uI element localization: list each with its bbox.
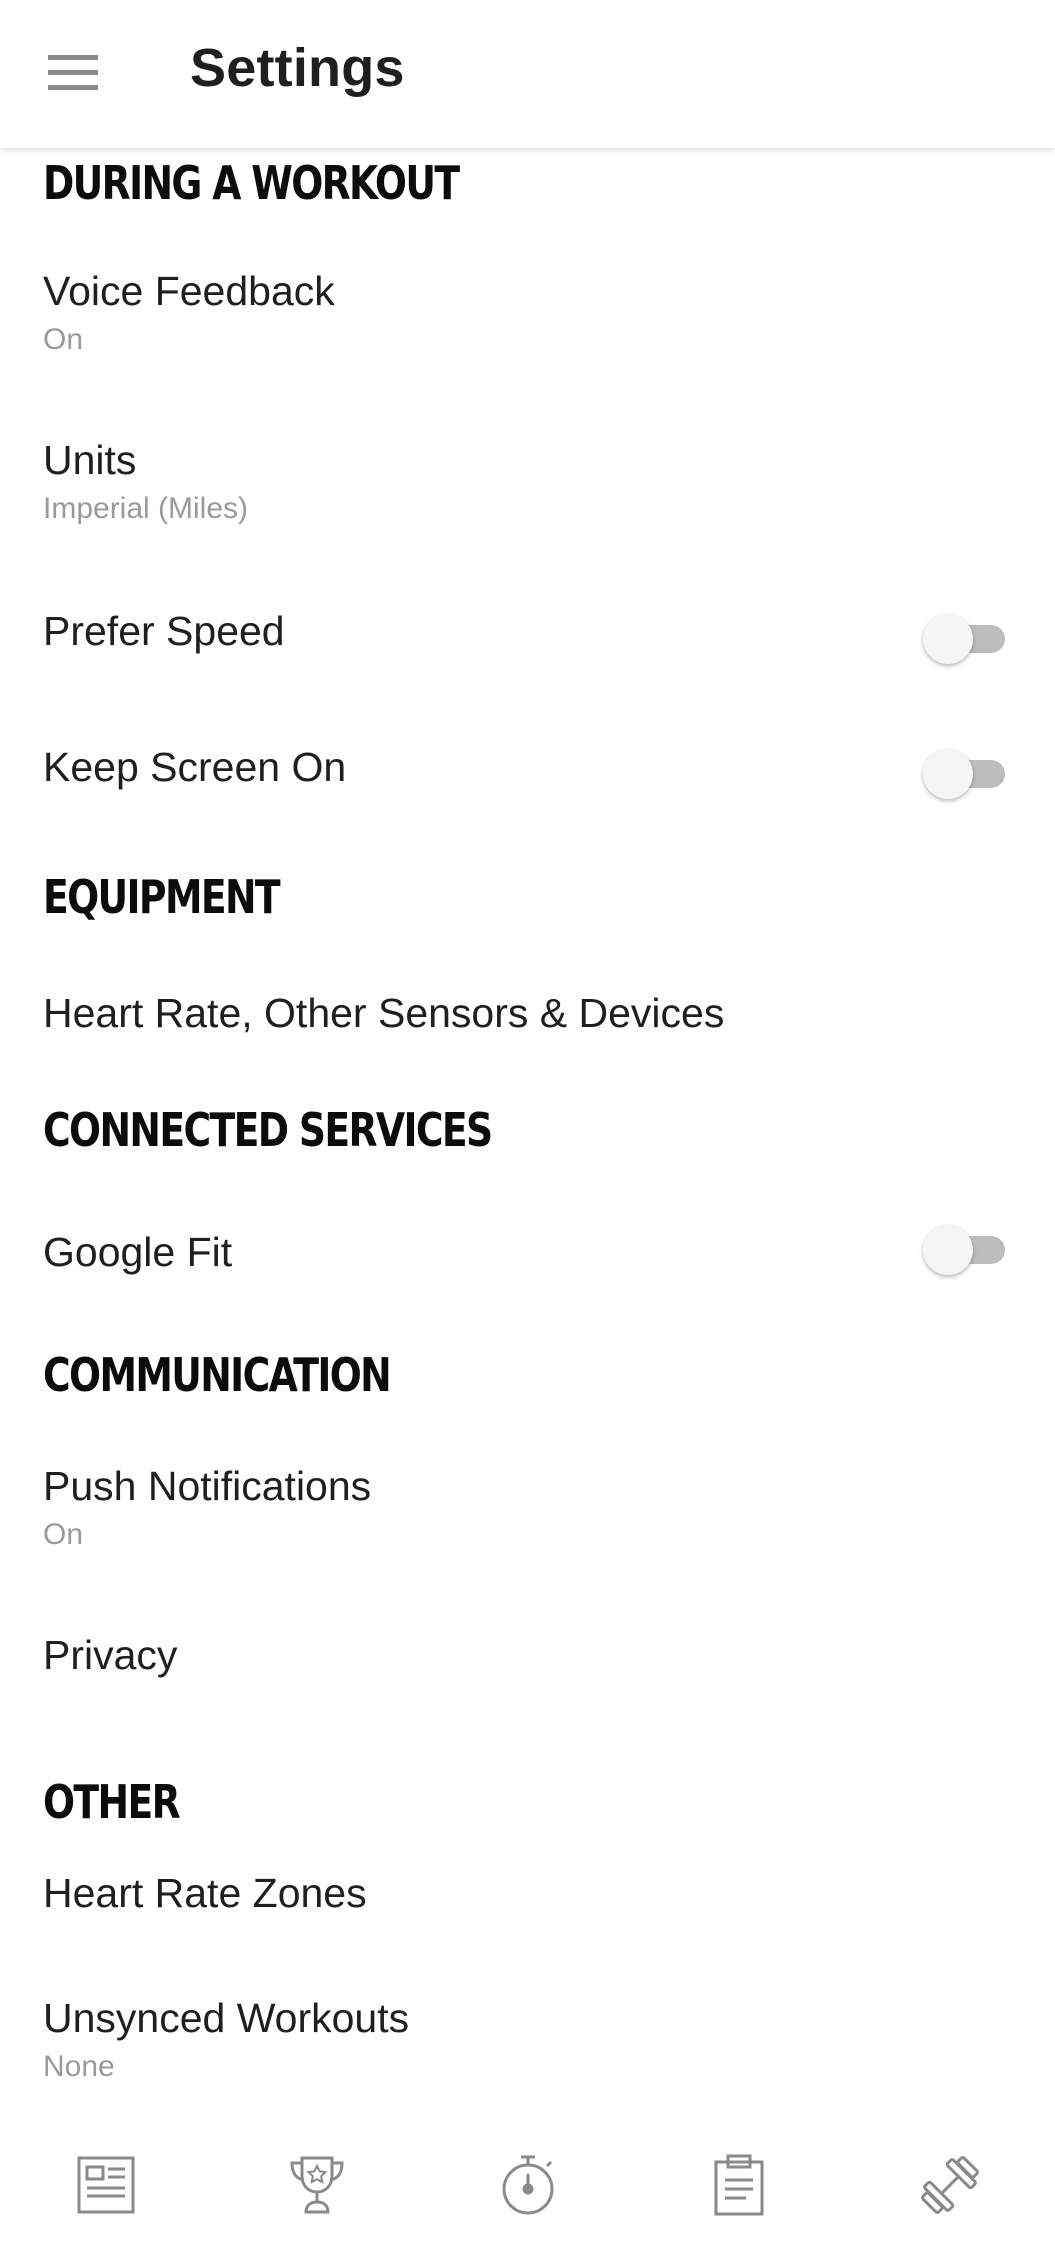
setting-title: Heart Rate Zones [43, 1870, 367, 1916]
google-fit-toggle[interactable] [923, 1221, 1007, 1277]
nav-workouts[interactable] [870, 2125, 1030, 2245]
bottom-navigation [0, 2108, 1055, 2261]
settings-list[interactable]: DURING A WORKOUT Voice Feedback On Units… [0, 148, 1055, 2108]
section-header-other: OTHER [43, 1775, 181, 1829]
setting-value: On [43, 1518, 84, 1551]
setting-privacy[interactable]: Privacy [0, 1616, 1055, 1726]
setting-keep-screen-on[interactable]: Keep Screen On [0, 725, 1055, 845]
setting-value: Imperial (Miles) [43, 492, 249, 525]
dumbbell-icon [920, 2155, 979, 2214]
toggle-thumb [923, 1225, 973, 1275]
toggle-thumb [923, 749, 973, 799]
setting-heart-rate-zones[interactable]: Heart Rate Zones [0, 1868, 1055, 1978]
page-title: Settings [190, 38, 405, 98]
stopwatch-icon [502, 2155, 553, 2214]
setting-prefer-speed[interactable]: Prefer Speed [0, 588, 1055, 708]
setting-title: Prefer Speed [43, 608, 285, 654]
menu-button[interactable] [30, 30, 116, 116]
setting-unsynced-workouts[interactable]: Unsynced Workouts None [0, 1993, 1055, 2108]
nav-record-workout[interactable] [448, 2125, 608, 2245]
setting-title: Privacy [43, 1632, 178, 1678]
clipboard-icon [714, 2154, 763, 2215]
setting-title: Voice Feedback [43, 268, 335, 314]
nav-feed[interactable] [26, 2125, 186, 2245]
toggle-thumb [923, 614, 973, 664]
nav-plans[interactable] [659, 2125, 819, 2245]
setting-title: Heart Rate, Other Sensors & Devices [43, 990, 725, 1036]
section-header-communication: COMMUNICATION [43, 1348, 392, 1402]
section-header-connected-services: CONNECTED SERVICES [43, 1103, 493, 1157]
section-header-equipment: EQUIPMENT [43, 870, 281, 924]
nav-challenges[interactable] [237, 2125, 397, 2245]
setting-value: On [43, 323, 84, 356]
setting-title: Keep Screen On [43, 744, 347, 790]
setting-title: Unsynced Workouts [43, 1995, 410, 2041]
setting-push-notifications[interactable]: Push Notifications On [0, 1461, 1055, 1591]
setting-units[interactable]: Units Imperial (Miles) [0, 435, 1055, 565]
setting-title: Units [43, 437, 137, 483]
hamburger-menu-icon [48, 55, 98, 90]
setting-title: Google Fit [43, 1229, 233, 1275]
trophy-icon [289, 2156, 344, 2213]
section-header-during-workout: DURING A WORKOUT [43, 156, 460, 210]
setting-title: Push Notifications [43, 1463, 372, 1509]
setting-sensors-devices[interactable]: Heart Rate, Other Sensors & Devices [0, 966, 1055, 1076]
keep-screen-on-toggle[interactable] [923, 745, 1007, 801]
app-bar: Settings [0, 0, 1055, 148]
settings-screen: Settings DURING A WORKOUT Voice Feedback… [0, 0, 1055, 2261]
prefer-speed-toggle[interactable] [923, 610, 1007, 666]
setting-value: None [43, 2050, 115, 2083]
feed-icon [77, 2156, 134, 2213]
setting-voice-feedback[interactable]: Voice Feedback On [0, 266, 1055, 396]
setting-google-fit[interactable]: Google Fit [0, 1201, 1055, 1321]
